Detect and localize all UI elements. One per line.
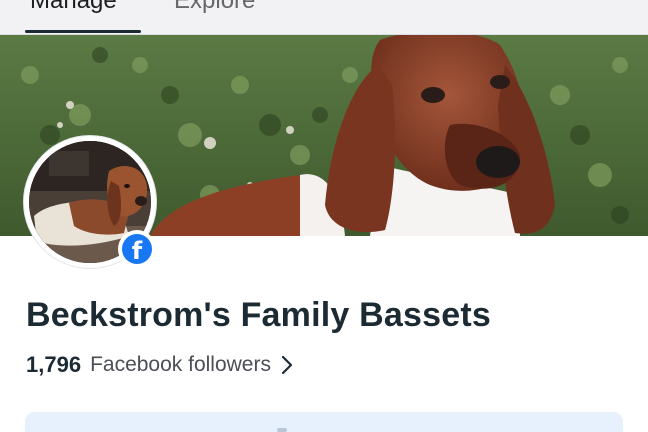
followers-link[interactable]: 1,796 Facebook followers bbox=[26, 352, 295, 378]
active-tab-indicator bbox=[25, 30, 141, 33]
action-card[interactable] bbox=[25, 412, 623, 432]
tab-explore[interactable]: Explore bbox=[174, 0, 255, 16]
facebook-badge: f bbox=[118, 230, 156, 268]
chevron-right-icon bbox=[281, 355, 293, 375]
followers-count: 1,796 bbox=[26, 352, 82, 377]
followers-label: Facebook followers bbox=[90, 353, 271, 376]
page-screen: Manage Explore f Beckstrom's Family Bass… bbox=[0, 0, 648, 432]
card-icon bbox=[277, 428, 287, 432]
page-title: Beckstrom's Family Bassets bbox=[26, 296, 491, 334]
facebook-logo-icon: f bbox=[122, 234, 152, 264]
tab-bar: Manage Explore bbox=[0, 0, 648, 35]
tab-manage[interactable]: Manage bbox=[30, 0, 117, 16]
